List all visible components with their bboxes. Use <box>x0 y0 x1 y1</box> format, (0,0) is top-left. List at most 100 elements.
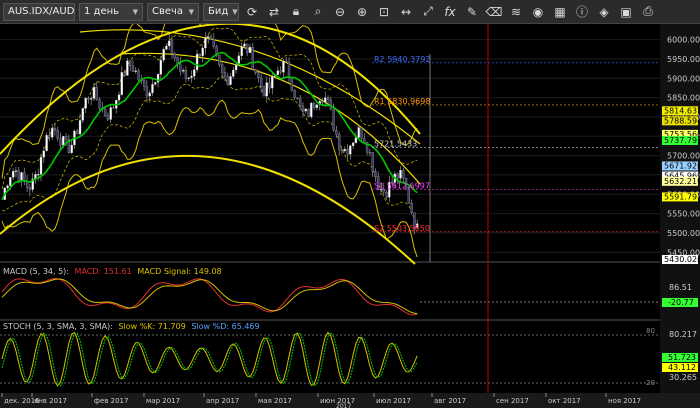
stoch-k-tag-value: 51.723 <box>668 353 696 362</box>
candle <box>226 76 229 85</box>
candle <box>165 45 168 50</box>
candle <box>45 135 48 152</box>
candle <box>257 72 260 78</box>
candle <box>106 115 110 120</box>
candle <box>223 72 227 77</box>
candle <box>170 40 174 54</box>
candle <box>92 86 96 99</box>
candle <box>20 172 23 181</box>
candle <box>299 98 302 107</box>
candle <box>17 170 20 181</box>
candle <box>84 98 87 109</box>
candle <box>315 104 319 108</box>
eye-icon[interactable]: ◉ <box>529 3 547 21</box>
time-label: фев 2017 <box>94 397 128 405</box>
price-tag-value: 5671.926 <box>664 161 700 170</box>
macd-name: MACD (5, 34, 5): <box>3 267 69 276</box>
candle <box>198 53 202 57</box>
price-axis-label: 5850.00 <box>667 94 700 103</box>
zoom-area-icon[interactable]: ⌕ <box>309 3 327 21</box>
candle <box>326 97 330 101</box>
candle <box>290 77 293 91</box>
candle <box>173 53 176 58</box>
candle <box>357 127 360 138</box>
fib-label: R1 5830.9698 <box>374 97 430 106</box>
zoom-out-icon[interactable]: ⊖ <box>331 3 349 21</box>
macd-axis-high: 86.51 <box>669 283 692 292</box>
candle <box>340 149 344 152</box>
candle <box>232 69 235 77</box>
macd-label: MACD (5, 34, 5): MACD: 151.61 MACD Signa… <box>3 267 222 276</box>
candle <box>95 86 98 100</box>
paint-icon[interactable]: ◈ <box>595 3 613 21</box>
candle <box>181 70 185 72</box>
candle <box>265 82 268 97</box>
candle <box>9 177 12 186</box>
lock-icon[interactable]: 🔒︎ <box>287 3 305 21</box>
info-icon[interactable]: ⓘ <box>573 3 591 21</box>
candle <box>268 82 271 89</box>
resize-icon[interactable]: ⤢ <box>419 3 437 21</box>
timeframe-select[interactable]: 1 день ▼ <box>79 2 143 21</box>
candle <box>51 128 54 138</box>
price-tag-value: 5632.210 <box>664 177 700 186</box>
fib-label: S2 5503.5650 <box>374 224 430 233</box>
fib-label: 5721.5433 <box>374 139 417 148</box>
chart-canvas[interactable]: R2 5940.3792 R1 5830.9698 5721.5433 S1 5612… <box>0 24 700 408</box>
candle <box>201 47 204 57</box>
candle <box>76 130 79 135</box>
candle <box>279 70 282 73</box>
fx-icon[interactable]: fx <box>441 3 459 21</box>
candle <box>410 202 413 213</box>
macd-signal-value: MACD Signal: 149.08 <box>137 267 221 276</box>
stoch-panel[interactable] <box>0 321 660 393</box>
candle <box>324 97 327 103</box>
stretch-icon[interactable]: ↔ <box>397 3 415 21</box>
chevron-down-icon: ▼ <box>188 7 194 16</box>
candle <box>251 47 254 70</box>
zoom-in-icon[interactable]: ⊕ <box>353 3 371 21</box>
price-axis-label: 5550.00 <box>667 210 700 219</box>
stoch-d-value: Slow %D: 65.469 <box>191 322 259 331</box>
sync-icon[interactable]: ⇄ <box>265 3 283 21</box>
screenshot-icon[interactable]: ⎙ <box>639 3 657 21</box>
candle <box>56 130 59 139</box>
fib-label: R2 5940.3792 <box>374 55 430 64</box>
price-type-select[interactable]: Бид ▼ <box>203 2 239 21</box>
eraser-icon[interactable]: ⌫ <box>485 3 503 21</box>
fit-icon[interactable]: ⊡ <box>375 3 393 21</box>
candle <box>134 70 137 72</box>
refresh-icon[interactable]: ⟳ <box>243 3 261 21</box>
candle <box>338 134 341 150</box>
candle <box>343 149 346 152</box>
candle <box>254 69 257 74</box>
symbol-select[interactable]: AUS.IDX/AUD▼ <box>3 2 84 21</box>
time-label: июл 2017 <box>376 397 411 405</box>
candle <box>14 170 18 172</box>
template-icon[interactable]: ▦ <box>551 3 569 21</box>
chart-type-select[interactable]: Свеча ▼ <box>147 2 199 21</box>
candle <box>103 108 107 116</box>
candle <box>310 102 313 117</box>
candle <box>229 76 232 85</box>
candle <box>207 36 210 38</box>
price-axis-label: 5500.00 <box>667 229 700 238</box>
candle <box>371 152 374 172</box>
macd-value: MACD: 151.61 <box>75 267 132 276</box>
candle <box>11 171 15 178</box>
chevron-down-icon: ▼ <box>132 7 138 16</box>
candle <box>209 36 213 40</box>
layers-icon[interactable]: ≋ <box>507 3 525 21</box>
stoch-name: STOCH (5, 3, SMA, 3, SMA): <box>3 322 113 331</box>
price-panel[interactable] <box>0 24 660 262</box>
pen-icon[interactable]: ✎ <box>463 3 481 21</box>
time-label: мая 2017 <box>258 397 292 405</box>
stoch-label: STOCH (5, 3, SMA, 3, SMA): Slow %K: 71.7… <box>3 322 260 331</box>
candle <box>402 170 405 179</box>
candle <box>112 107 115 109</box>
candle <box>145 86 149 97</box>
save-icon[interactable]: ▣ <box>617 3 635 21</box>
candle <box>137 70 140 81</box>
price-axis-label: 6000.00 <box>667 36 700 45</box>
candle <box>6 185 9 189</box>
